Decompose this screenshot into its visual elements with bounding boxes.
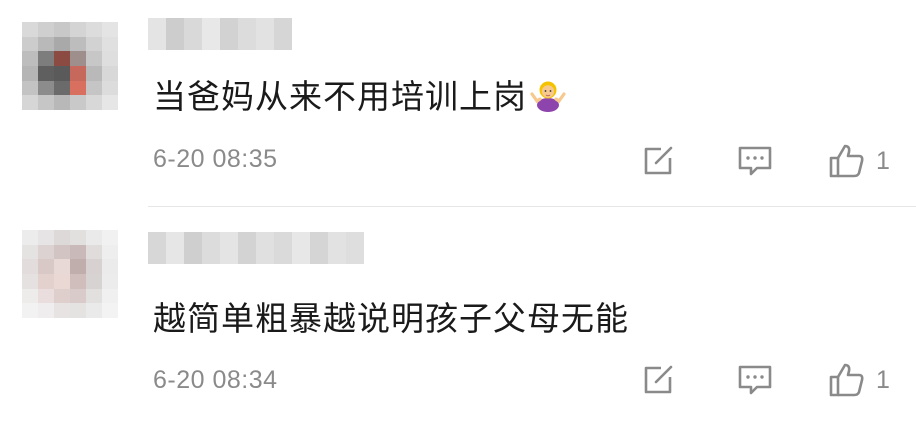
share-icon [644,365,673,394]
person-shrugging-emoji-icon [529,74,567,120]
username-blurred[interactable] [148,232,364,264]
share-icon [644,146,673,175]
reply-button[interactable] [736,360,774,400]
reply-icon [738,146,772,176]
thumbs-up-icon [829,144,864,178]
reply-button[interactable] [736,141,774,181]
comment-text: 当爸妈从来不用培训上岗 [153,70,567,120]
comment-text: 越简单粗暴越说明孩子父母无能 [153,299,629,338]
like-count: 1 [876,365,890,394]
like-button[interactable]: 1 [828,360,890,400]
comment-item: 当爸妈从来不用培训上岗 6-20 08:35 1 [0,0,916,207]
comment-time: 6-20 08:35 [153,145,278,173]
avatar-pixelated [22,22,118,110]
avatar[interactable] [22,230,118,318]
avatar-pixelated [22,230,118,318]
comment-item: 越简单粗暴越说明孩子父母无能 6-20 08:34 1 [0,208,916,421]
username-blurred[interactable] [148,18,292,50]
like-button[interactable]: 1 [828,141,890,181]
comment-time: 6-20 08:34 [153,366,278,394]
divider [148,206,916,207]
avatar[interactable] [22,22,118,110]
thumbs-up-icon [829,363,864,397]
share-button[interactable] [640,360,676,400]
like-count: 1 [876,146,890,175]
comment-actions: 1 [640,141,910,181]
comment-text-content: 当爸妈从来不用培训上岗 [153,77,527,116]
comment-actions: 1 [640,360,910,400]
share-button[interactable] [640,141,676,181]
reply-icon [738,365,772,395]
